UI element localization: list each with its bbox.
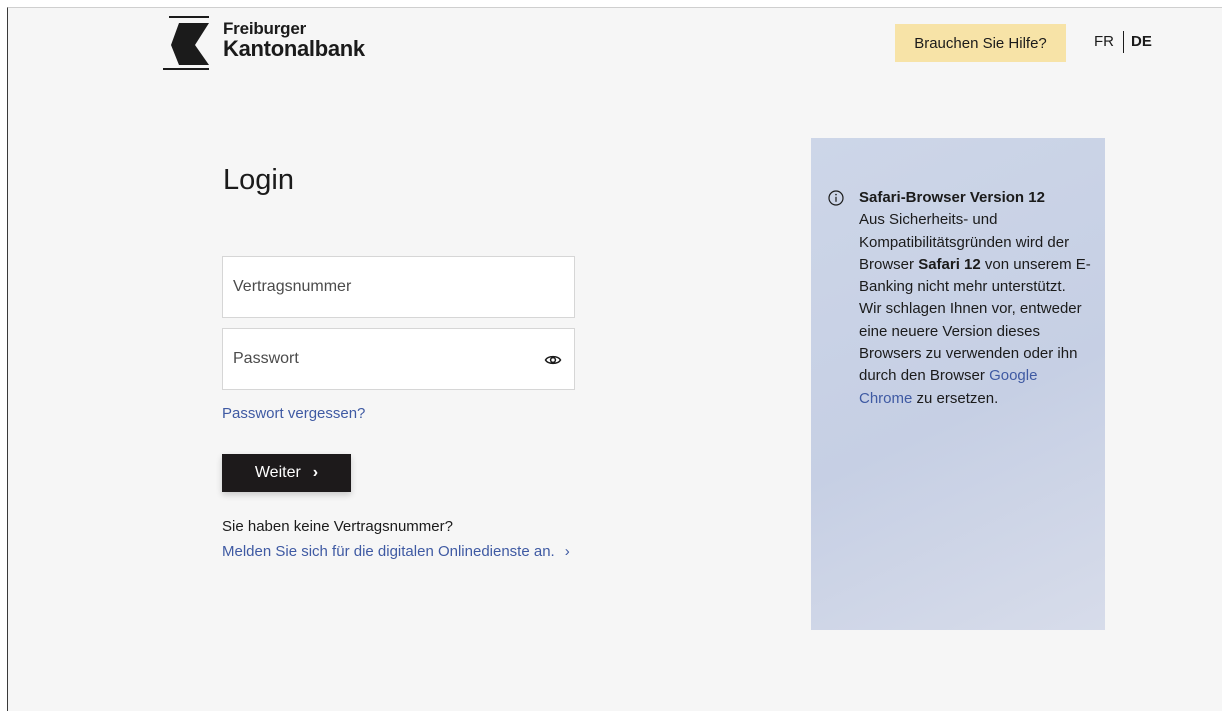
fkb-logo-icon (163, 16, 209, 70)
eye-icon[interactable] (544, 351, 562, 369)
info-icon (828, 190, 844, 206)
help-button[interactable]: Brauchen Sie Hilfe? (895, 24, 1066, 62)
info-text-bold: Safari 12 (918, 255, 981, 273)
brand-logo[interactable]: Freiburger Kantonalbank (163, 15, 393, 70)
forgot-password-link[interactable]: Passwort vergessen? (222, 405, 365, 422)
password-field (222, 328, 575, 390)
chevron-right-icon: › (312, 464, 319, 481)
page: Freiburger Kantonalbank Brauchen Sie Hil… (7, 7, 1222, 711)
next-button[interactable]: Weiter › (222, 454, 351, 492)
info-panel: Safari-Browser Version 12 Aus Sicherheit… (811, 138, 1105, 630)
info-text-part2: von unserem E-Banking nicht mehr unterst… (859, 255, 1091, 385)
next-button-label: Weiter (254, 464, 301, 481)
info-heading: Safari-Browser Version 12 (859, 189, 1045, 206)
password-input[interactable] (223, 329, 574, 389)
language-fr[interactable]: FR (1094, 31, 1124, 53)
chevron-right-icon: › (564, 543, 570, 560)
language-switcher: FR DE (1094, 31, 1152, 56)
info-text-part3: zu ersetzen. (916, 389, 999, 407)
brand-name-line2: Kantonalbank (223, 36, 365, 61)
info-message: Safari-Browser Version 12 Aus Sicherheit… (859, 187, 1091, 410)
language-de[interactable]: DE (1124, 33, 1152, 50)
page-title: Login (223, 164, 294, 196)
no-contract-text: Sie haben keine Vertragsnummer? (222, 518, 453, 535)
contract-number-input[interactable] (223, 257, 574, 317)
header: Freiburger Kantonalbank Brauchen Sie Hil… (8, 8, 1222, 78)
register-link[interactable]: Melden Sie sich für die digitalen Online… (222, 543, 570, 560)
contract-number-field (222, 256, 575, 318)
register-link-label: Melden Sie sich für die digitalen Online… (222, 543, 555, 560)
